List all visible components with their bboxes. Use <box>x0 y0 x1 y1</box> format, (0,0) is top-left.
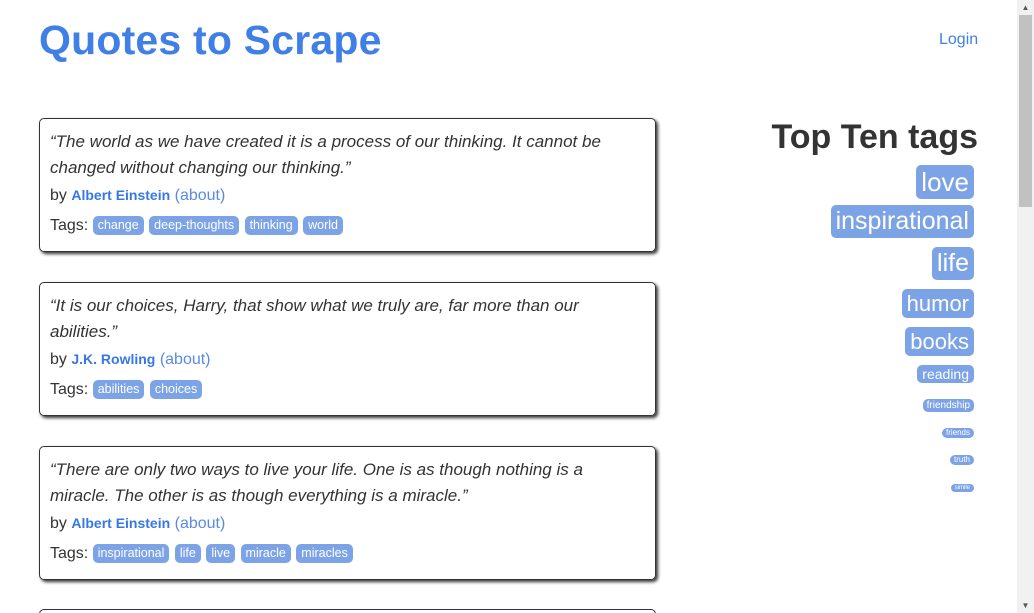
quote-card: “There are only two ways to live your li… <box>39 446 656 580</box>
top-tag-item: life <box>760 247 974 289</box>
tag-link[interactable]: miracle <box>240 544 291 563</box>
top-tag-link[interactable]: friends <box>941 428 974 438</box>
tag-link[interactable]: life <box>174 544 201 563</box>
top-tag-link[interactable]: books <box>905 327 974 356</box>
top-tag-item: books <box>760 327 974 365</box>
top-tag-item: simile <box>760 476 974 503</box>
top-tag-item: reading <box>760 365 974 395</box>
top-tag-item: humor <box>760 289 974 327</box>
scroll-up-arrow-icon[interactable]: ▲ <box>1017 0 1034 15</box>
tags-label: Tags: <box>50 217 89 234</box>
top-tag-item: friends <box>760 422 974 449</box>
tag-link[interactable]: miracles <box>296 544 353 563</box>
about-link[interactable]: (about) <box>160 351 211 368</box>
tag-link[interactable]: inspirational <box>92 544 170 563</box>
login-link[interactable]: Login <box>939 31 978 49</box>
scrollbar-thumb[interactable] <box>1019 15 1032 207</box>
by-label: by <box>50 351 67 368</box>
quote-text: “It is our choices, Harry, that show wha… <box>50 296 579 341</box>
top-tag-link[interactable]: inspirational <box>830 205 974 238</box>
top-tag-item: truth <box>760 449 974 476</box>
top-tag-item: inspirational <box>760 205 974 247</box>
quote-card-partial <box>39 609 656 613</box>
quote-tags: Tags: inspirational life live miracle mi… <box>50 543 645 565</box>
by-label: by <box>50 187 67 204</box>
quote-byline: by Albert Einstein (about) <box>50 184 645 207</box>
top-tag-link[interactable]: reading <box>917 365 974 383</box>
tags-label: Tags: <box>50 545 89 562</box>
tag-link[interactable]: live <box>206 544 236 563</box>
top-tag-item: love <box>760 165 974 205</box>
tag-link[interactable]: change <box>92 216 144 235</box>
tag-link[interactable]: deep-thoughts <box>149 216 240 235</box>
top-tag-link[interactable]: simile <box>950 484 974 492</box>
scroll-down-arrow-icon[interactable]: ▼ <box>1017 598 1034 613</box>
about-link[interactable]: (about) <box>175 515 226 532</box>
about-link[interactable]: (about) <box>175 187 226 204</box>
tag-link[interactable]: thinking <box>244 216 298 235</box>
top-tags-list: love inspirational life humor books reading fr… <box>760 165 978 503</box>
quote-card: “It is our choices, Harry, that show wha… <box>39 282 656 416</box>
top-tag-link[interactable]: life <box>932 247 974 280</box>
tags-label: Tags: <box>50 381 89 398</box>
author-name: Albert Einstein <box>71 187 171 203</box>
quote-byline: by Albert Einstein (about) <box>50 512 645 535</box>
site-title-link[interactable]: Quotes to Scrape <box>39 17 382 64</box>
author-name: Albert Einstein <box>71 515 171 531</box>
quote-text: “The world as we have created it is a pr… <box>50 132 601 177</box>
top-tag-item: friendship <box>760 395 974 422</box>
top-tag-link[interactable]: truth <box>949 455 974 465</box>
page: Quotes to Scrape Login “The world as we … <box>0 0 1034 613</box>
top-tags-sidebar: Top Ten tags love inspirational life humor b… <box>760 118 978 503</box>
quote-byline: by J.K. Rowling (about) <box>50 348 645 371</box>
tag-link[interactable]: abilities <box>92 380 145 399</box>
tag-link[interactable]: world <box>303 216 343 235</box>
top-tag-link[interactable]: love <box>916 165 974 199</box>
quotes-list: “The world as we have created it is a pr… <box>39 118 656 610</box>
quote-text: “There are only two ways to live your li… <box>50 460 583 505</box>
quote-card: “The world as we have created it is a pr… <box>39 118 656 252</box>
quote-tags: Tags: abilities choices <box>50 379 645 401</box>
tag-link[interactable]: choices <box>149 380 203 399</box>
quote-tags: Tags: change deep-thoughts thinking worl… <box>50 215 645 237</box>
top-tag-link[interactable]: humor <box>901 289 974 318</box>
by-label: by <box>50 515 67 532</box>
author-name: J.K. Rowling <box>71 351 156 367</box>
vertical-scrollbar[interactable]: ▲ ▼ <box>1017 0 1034 613</box>
top-tag-link[interactable]: friendship <box>922 399 974 412</box>
top-tags-heading: Top Ten tags <box>771 118 978 156</box>
